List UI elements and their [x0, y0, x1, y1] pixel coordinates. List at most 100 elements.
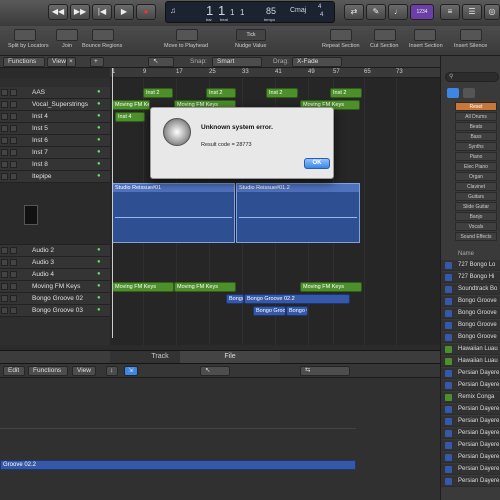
solo-button[interactable] [10, 161, 17, 168]
solo-button[interactable] [10, 307, 17, 314]
category-button[interactable]: Synths [455, 142, 497, 151]
rewind-icon[interactable]: ◀◀ [48, 4, 68, 20]
insert-section-icon[interactable] [414, 29, 436, 41]
track-header[interactable]: Inst 6 ● [0, 135, 110, 147]
metronome-icon[interactable]: ♩ [388, 4, 408, 20]
track-header[interactable]: Inst 5 ● [0, 123, 110, 135]
mute-button[interactable] [1, 247, 8, 254]
cut-section-icon[interactable] [374, 29, 396, 41]
audio-loop-region[interactable]: Bongo Groove 02.2 [244, 294, 350, 304]
category-button[interactable]: Bass [455, 132, 497, 141]
tuner-icon[interactable]: ✎ [366, 4, 386, 20]
midi-region[interactable]: Moving FM Keys [300, 282, 362, 292]
split-by-locators-icon[interactable] [14, 29, 36, 41]
audio-loop-region[interactable]: Bongo [226, 294, 244, 304]
drag-select[interactable]: X-Fade [292, 57, 342, 67]
category-button[interactable]: Guitars [455, 192, 497, 201]
zoom-icon[interactable]: ⇆ [300, 366, 350, 376]
search-input[interactable]: ⚲ [445, 72, 499, 82]
join-button[interactable]: Join [62, 43, 72, 49]
solo-button[interactable] [10, 271, 17, 278]
loop-list-item[interactable]: Remix Conga [441, 392, 500, 403]
solo-button[interactable] [10, 283, 17, 290]
mute-button[interactable] [1, 259, 8, 266]
mute-button[interactable] [1, 113, 8, 120]
repeat-section-button[interactable]: Repeat Section [322, 43, 360, 49]
midi-region[interactable]: Moving FM Keys [174, 282, 236, 292]
fast-forward-icon[interactable]: ▶▶ [70, 4, 90, 20]
solo-button[interactable] [10, 259, 17, 266]
loop-list-item[interactable]: Persian Dayere [441, 404, 500, 415]
track-header[interactable]: Inst 8 ● [0, 159, 110, 171]
tab-file[interactable]: File [180, 351, 280, 363]
loop-list-item[interactable]: 727 Bongo Lo [441, 260, 500, 271]
solo-button[interactable] [10, 173, 17, 180]
solo-button[interactable] [10, 101, 17, 108]
column-view-icon[interactable] [463, 88, 475, 98]
solo-button[interactable] [10, 137, 17, 144]
record-icon[interactable]: ● [136, 4, 156, 20]
loop-list-item[interactable]: 727 Bongo Hi [441, 272, 500, 283]
mute-button[interactable] [1, 101, 8, 108]
catch-icon[interactable]: ↕ [106, 366, 118, 376]
solo-button[interactable] [10, 149, 17, 156]
nudge-value-field[interactable]: Tick [236, 29, 266, 41]
midi-region[interactable]: Moving FM Keys [112, 100, 150, 110]
midi-region[interactable]: Moving FM Keys [112, 282, 174, 292]
track-header[interactable]: Bongo Groove 03 ● [0, 305, 110, 317]
cycle-icon[interactable]: ⇄ [344, 4, 364, 20]
loop-list-item[interactable]: Persian Dayere [441, 368, 500, 379]
midi-region[interactable]: Inst 2 [143, 88, 173, 98]
mute-button[interactable] [1, 89, 8, 96]
solo-button[interactable] [10, 89, 17, 96]
track-header[interactable]: Itepipe ● [0, 171, 110, 183]
mute-button[interactable] [1, 295, 8, 302]
bounce-regions-icon[interactable] [92, 29, 114, 41]
editor-region[interactable]: Groove 02.2 [0, 460, 356, 470]
loop-list-item[interactable]: Bongo Groove [441, 332, 500, 343]
join-icon[interactable] [56, 29, 78, 41]
playhead[interactable] [112, 68, 113, 338]
loop-list-item[interactable]: Persian Dayere [441, 416, 500, 427]
bar-ruler[interactable]: 1 9 17 25 33 41 49 57 65 73 [110, 68, 440, 78]
loop-list-item[interactable]: Persian Dayere [441, 476, 500, 487]
mute-button[interactable] [1, 173, 8, 180]
solo-button[interactable] [10, 113, 17, 120]
track-header[interactable]: Bongo Groove 02 ● [0, 293, 110, 305]
loop-list-item[interactable]: Persian Dayere [441, 440, 500, 451]
split-by-locators-button[interactable]: Split by Locators [8, 43, 49, 49]
category-button[interactable]: Beats [455, 122, 497, 131]
go-to-start-icon[interactable]: |◀ [92, 4, 112, 20]
loop-list-item[interactable]: Persian Dayere [441, 464, 500, 475]
functions-menu[interactable]: Functions [28, 366, 68, 376]
category-button[interactable]: Elec Piano [455, 162, 497, 171]
loop-list-item[interactable]: Bongo Groove [441, 320, 500, 331]
category-button[interactable]: All Drums [455, 112, 497, 121]
category-button[interactable]: Sound Effects [455, 232, 497, 241]
view-menu[interactable]: View [72, 366, 96, 376]
audio-loop-region[interactable]: Bongo G [286, 306, 308, 316]
add-track-icon[interactable]: + [90, 57, 104, 67]
cut-section-button[interactable]: Cut Section [370, 43, 398, 49]
solo-button[interactable] [10, 247, 17, 254]
filter-icon[interactable]: ⇲ [124, 366, 138, 376]
midi-region[interactable]: Inst 2 [330, 88, 362, 98]
loop-list-item[interactable]: Soundtrack Bo [441, 284, 500, 295]
solo-button[interactable] [10, 125, 17, 132]
category-button[interactable]: Clavinet [455, 182, 497, 191]
mute-button[interactable] [1, 161, 8, 168]
insert-silence-icon[interactable] [460, 29, 482, 41]
loop-list-item[interactable]: Bongo Groove [441, 296, 500, 307]
audio-editor[interactable]: Groove 02.2 [0, 378, 440, 500]
midi-region[interactable]: Inst 2 [266, 88, 298, 98]
loop-list-item[interactable]: Bongo Groove [441, 308, 500, 319]
editor-icon[interactable]: ≡ [440, 4, 460, 20]
loop-list-item[interactable]: Hawaiian Luau [441, 344, 500, 355]
category-button[interactable]: Vocals [455, 222, 497, 231]
move-to-playhead-icon[interactable] [176, 29, 198, 41]
track-header[interactable]: Inst 7 ● [0, 147, 110, 159]
close-icon[interactable]: × [66, 57, 76, 67]
insert-section-button[interactable]: Insert Section [409, 43, 443, 49]
track-header[interactable]: Audio 2 ● [0, 245, 110, 257]
mute-button[interactable] [1, 137, 8, 144]
